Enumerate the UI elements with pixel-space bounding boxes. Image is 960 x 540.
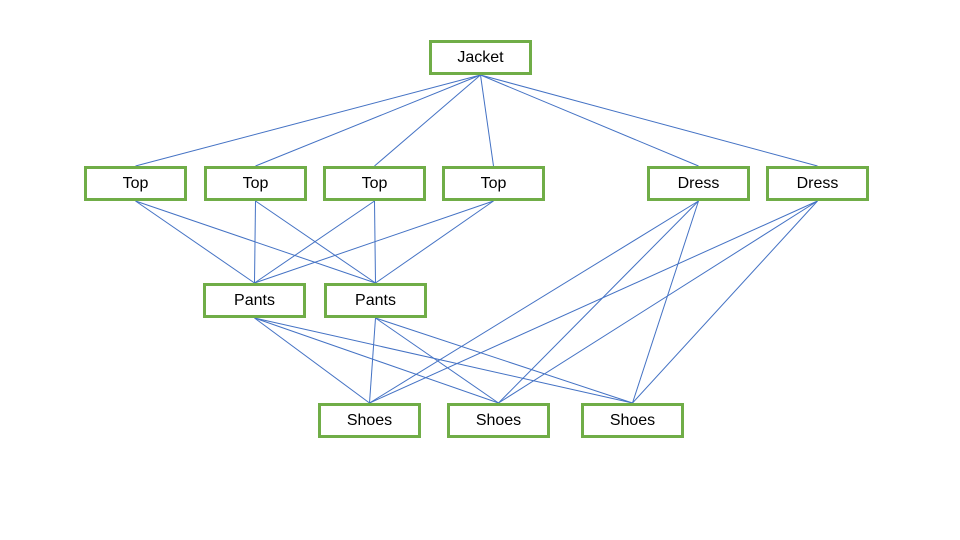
- node-pants2: Pants: [324, 283, 427, 318]
- node-dress1: Dress: [647, 166, 750, 201]
- edge-top1-pants1: [135, 200, 255, 284]
- edge-jacket-dress1: [480, 74, 699, 167]
- edge-dress1-shoes3: [632, 200, 699, 404]
- node-top1: Top: [84, 166, 187, 201]
- edge-dress1-shoes2: [498, 200, 699, 404]
- edge-top4-pants2: [375, 200, 494, 284]
- edge-top3-pants1: [254, 200, 375, 284]
- edge-dress2-shoes1: [369, 200, 818, 404]
- edges-layer: [135, 74, 818, 404]
- node-pants1: Pants: [203, 283, 306, 318]
- edge-top2-pants2: [255, 200, 376, 284]
- edge-jacket-top2: [255, 74, 481, 167]
- node-top2: Top: [204, 166, 307, 201]
- node-top4: Top: [442, 166, 545, 201]
- node-top3: Top: [323, 166, 426, 201]
- node-shoes1: Shoes: [318, 403, 421, 438]
- node-shoes2: Shoes: [447, 403, 550, 438]
- edge-pants2-shoes2: [375, 317, 499, 404]
- node-shoes3: Shoes: [581, 403, 684, 438]
- edge-pants2-shoes3: [375, 317, 633, 404]
- edge-top4-pants1: [254, 200, 494, 284]
- edge-jacket-top1: [135, 74, 481, 167]
- edge-pants1-shoes2: [254, 317, 499, 404]
- edge-pants2-shoes1: [369, 317, 376, 404]
- edge-jacket-dress2: [480, 74, 818, 167]
- edge-jacket-top4: [480, 74, 494, 167]
- edge-dress2-shoes2: [498, 200, 818, 404]
- node-jacket: Jacket: [429, 40, 532, 75]
- edge-dress2-shoes3: [632, 200, 818, 404]
- edge-top2-pants1: [254, 200, 256, 284]
- node-dress2: Dress: [766, 166, 869, 201]
